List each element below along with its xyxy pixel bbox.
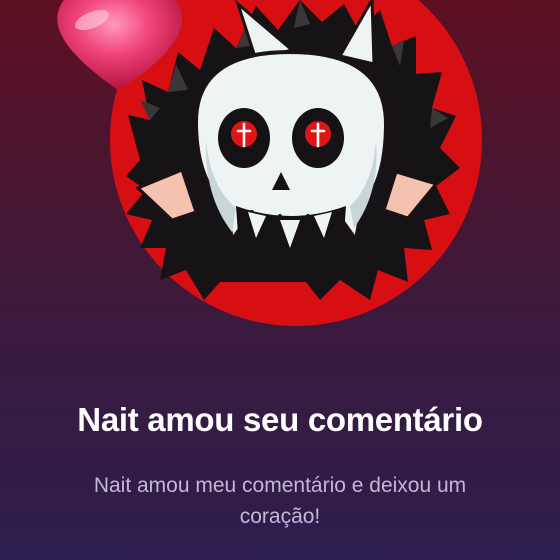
avatar (57, 0, 482, 326)
notification-message: Nait amou meu comentário e deixou um cor… (93, 474, 467, 528)
notification-title: Nait amou seu comentário (77, 401, 483, 438)
notification-screen: Nait amou seu comentário Nait amou meu c… (0, 0, 560, 560)
